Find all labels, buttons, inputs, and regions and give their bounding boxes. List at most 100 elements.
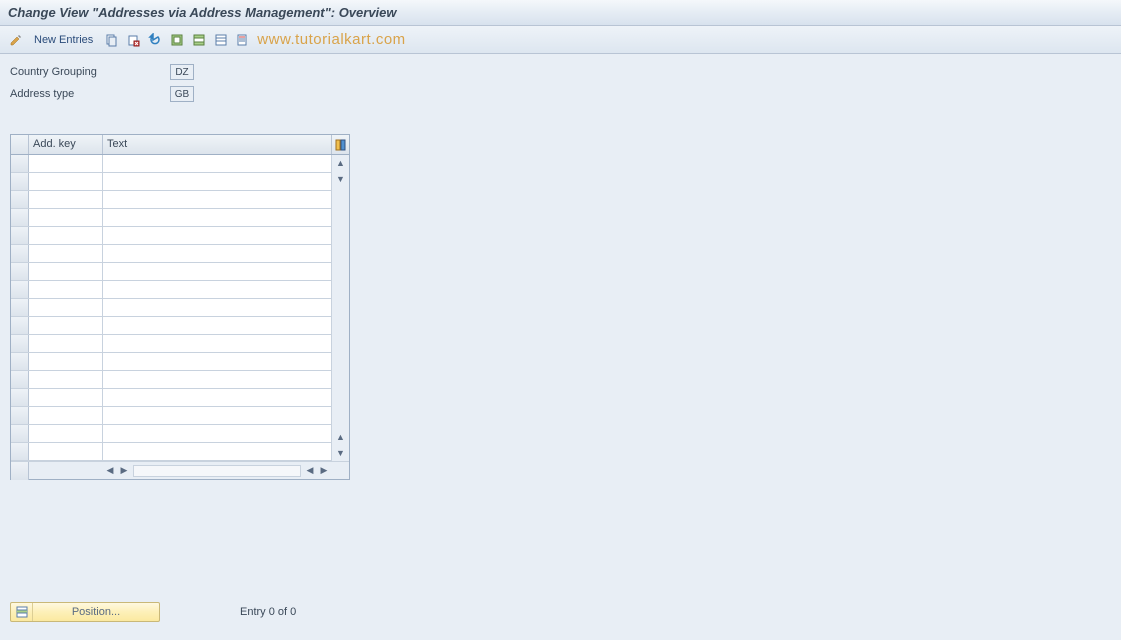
scroll-track[interactable] bbox=[332, 187, 349, 429]
cell-key[interactable] bbox=[29, 263, 103, 280]
cell-key[interactable] bbox=[29, 425, 103, 442]
table-row[interactable] bbox=[11, 281, 331, 299]
horizontal-scrollbar[interactable]: ◀ ▶ ◀ ▶ bbox=[11, 461, 349, 479]
hscroll-right-icon[interactable]: ▶ bbox=[117, 464, 131, 478]
address-type-value: GB bbox=[170, 86, 194, 102]
config-icon[interactable] bbox=[233, 30, 253, 50]
vertical-scrollbar[interactable]: ▲ ▼ ▲ ▼ bbox=[331, 155, 349, 461]
table-config-icon[interactable] bbox=[331, 135, 349, 154]
hscroll-left2-icon[interactable]: ◀ bbox=[303, 464, 317, 478]
toolbar: New Entries www.tutorialkart.com bbox=[0, 26, 1121, 54]
cell-key[interactable] bbox=[29, 371, 103, 388]
scroll-down-icon[interactable]: ▲ bbox=[332, 429, 349, 445]
title-bar: Change View "Addresses via Address Manag… bbox=[0, 0, 1121, 26]
cell-text[interactable] bbox=[103, 281, 331, 298]
cell-key[interactable] bbox=[29, 335, 103, 352]
table-row[interactable] bbox=[11, 209, 331, 227]
table-row[interactable] bbox=[11, 191, 331, 209]
cell-text[interactable] bbox=[103, 173, 331, 190]
cell-text[interactable] bbox=[103, 389, 331, 406]
row-selector[interactable] bbox=[11, 317, 29, 334]
toggle-change-icon[interactable] bbox=[6, 30, 26, 50]
position-icon bbox=[11, 603, 33, 621]
delete-icon[interactable] bbox=[123, 30, 143, 50]
cell-text[interactable] bbox=[103, 227, 331, 244]
table-row[interactable] bbox=[11, 173, 331, 191]
table-row[interactable] bbox=[11, 227, 331, 245]
row-selector[interactable] bbox=[11, 191, 29, 208]
cell-key[interactable] bbox=[29, 227, 103, 244]
cell-text[interactable] bbox=[103, 245, 331, 262]
column-header-key[interactable]: Add. key bbox=[29, 135, 103, 154]
cell-key[interactable] bbox=[29, 191, 103, 208]
cell-text[interactable] bbox=[103, 443, 331, 460]
table-row[interactable] bbox=[11, 317, 331, 335]
table-row[interactable] bbox=[11, 335, 331, 353]
table-row[interactable] bbox=[11, 353, 331, 371]
cell-text[interactable] bbox=[103, 407, 331, 424]
table-row[interactable] bbox=[11, 407, 331, 425]
cell-text[interactable] bbox=[103, 299, 331, 316]
table-row[interactable] bbox=[11, 299, 331, 317]
hscroll-right2-icon[interactable]: ▶ bbox=[317, 464, 331, 478]
row-selector[interactable] bbox=[11, 299, 29, 316]
cell-text[interactable] bbox=[103, 425, 331, 442]
deselect-all-icon[interactable] bbox=[211, 30, 231, 50]
cell-text[interactable] bbox=[103, 335, 331, 352]
row-selector[interactable] bbox=[11, 335, 29, 352]
row-selector[interactable] bbox=[11, 173, 29, 190]
cell-text[interactable] bbox=[103, 191, 331, 208]
cell-text[interactable] bbox=[103, 155, 331, 172]
cell-key[interactable] bbox=[29, 353, 103, 370]
copy-as-icon[interactable] bbox=[101, 30, 121, 50]
scroll-up2-icon[interactable]: ▼ bbox=[332, 171, 349, 187]
row-selector[interactable] bbox=[11, 371, 29, 388]
cell-text[interactable] bbox=[103, 209, 331, 226]
cell-key[interactable] bbox=[29, 209, 103, 226]
cell-key[interactable] bbox=[29, 299, 103, 316]
cell-text[interactable] bbox=[103, 317, 331, 334]
header-select-all[interactable] bbox=[11, 135, 29, 154]
cell-key[interactable] bbox=[29, 443, 103, 460]
position-button[interactable]: Position... bbox=[10, 602, 160, 622]
address-type-label: Address type bbox=[10, 88, 170, 100]
cell-text[interactable] bbox=[103, 371, 331, 388]
cell-text[interactable] bbox=[103, 263, 331, 280]
row-selector[interactable] bbox=[11, 227, 29, 244]
hscroll-track[interactable] bbox=[133, 465, 301, 477]
table-row[interactable] bbox=[11, 155, 331, 173]
row-selector[interactable] bbox=[11, 425, 29, 442]
cell-key[interactable] bbox=[29, 173, 103, 190]
table-row[interactable] bbox=[11, 245, 331, 263]
select-block-icon[interactable] bbox=[189, 30, 209, 50]
row-selector[interactable] bbox=[11, 263, 29, 280]
undo-icon[interactable] bbox=[145, 30, 165, 50]
cell-text[interactable] bbox=[103, 353, 331, 370]
row-selector[interactable] bbox=[11, 281, 29, 298]
row-selector[interactable] bbox=[11, 209, 29, 226]
row-selector[interactable] bbox=[11, 389, 29, 406]
cell-key[interactable] bbox=[29, 317, 103, 334]
table-row[interactable] bbox=[11, 443, 331, 461]
row-selector[interactable] bbox=[11, 443, 29, 460]
cell-key[interactable] bbox=[29, 281, 103, 298]
cell-key[interactable] bbox=[29, 155, 103, 172]
table-row[interactable] bbox=[11, 389, 331, 407]
row-selector[interactable] bbox=[11, 407, 29, 424]
scroll-up-icon[interactable]: ▲ bbox=[332, 155, 349, 171]
row-selector[interactable] bbox=[11, 245, 29, 262]
cell-key[interactable] bbox=[29, 389, 103, 406]
row-selector[interactable] bbox=[11, 353, 29, 370]
select-all-icon[interactable] bbox=[167, 30, 187, 50]
hscroll-left-icon[interactable]: ◀ bbox=[103, 464, 117, 478]
table-body: ▲ ▼ ▲ ▼ bbox=[11, 155, 349, 461]
column-header-text[interactable]: Text bbox=[103, 135, 331, 154]
new-entries-button[interactable]: New Entries bbox=[28, 30, 99, 50]
table-row[interactable] bbox=[11, 371, 331, 389]
table-row[interactable] bbox=[11, 425, 331, 443]
table-row[interactable] bbox=[11, 263, 331, 281]
row-selector[interactable] bbox=[11, 155, 29, 172]
scroll-down2-icon[interactable]: ▼ bbox=[332, 445, 349, 461]
cell-key[interactable] bbox=[29, 407, 103, 424]
cell-key[interactable] bbox=[29, 245, 103, 262]
